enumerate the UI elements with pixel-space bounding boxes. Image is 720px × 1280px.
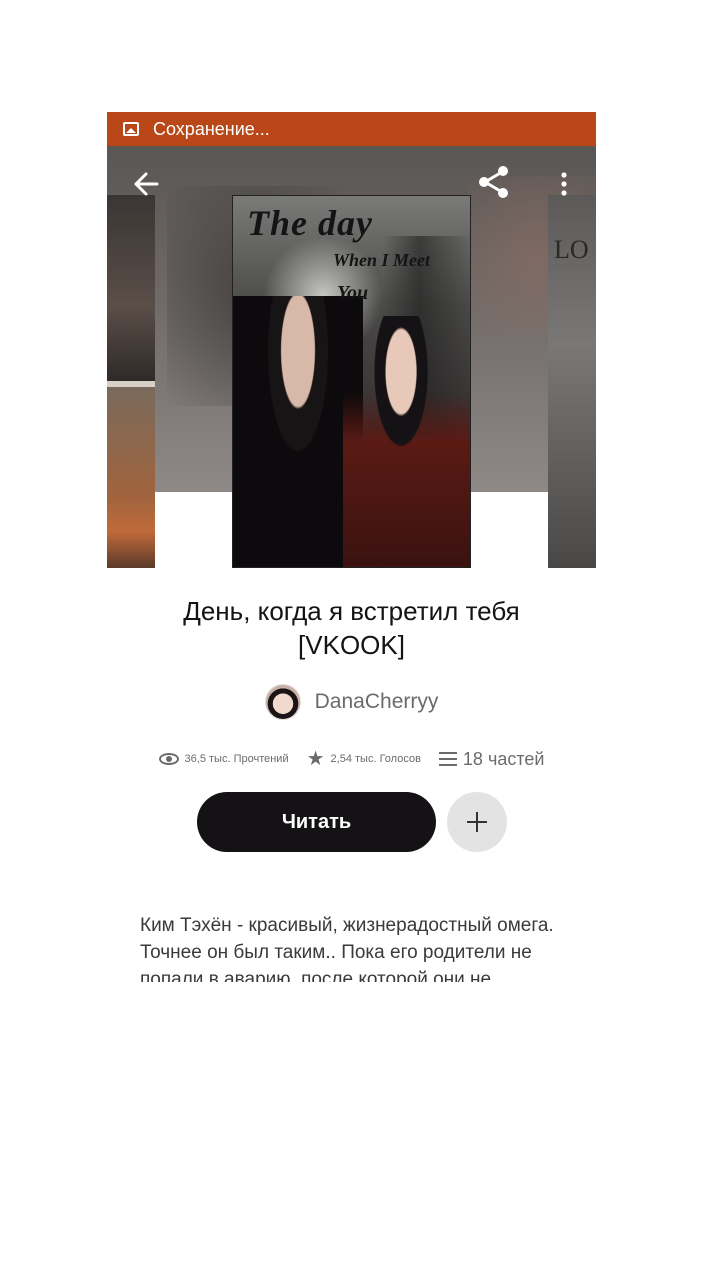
parts-count: 18 частей [462, 748, 545, 769]
plus-icon [467, 812, 487, 832]
list-icon [438, 752, 457, 766]
more-vertical-icon [561, 172, 567, 196]
star-icon: ★ [306, 748, 325, 770]
eye-icon [158, 753, 179, 765]
more-button[interactable] [553, 166, 575, 202]
arrow-left-icon [134, 172, 159, 196]
cover-title-line-2: When I Meet [333, 250, 431, 270]
share-icon [479, 166, 508, 198]
share-button[interactable] [473, 162, 513, 202]
image-icon [123, 122, 139, 136]
reads-stat: 36,5 тыс. Прочтений [158, 753, 289, 765]
author-avatar [264, 684, 301, 720]
add-to-library-button[interactable] [447, 792, 507, 852]
author-link[interactable]: DanaCherryy [107, 682, 596, 722]
next-story-cover[interactable]: LO [548, 195, 596, 568]
parts-stat[interactable]: 18 частей [438, 748, 545, 770]
previous-story-cover[interactable] [107, 195, 155, 568]
author-name: DanaCherryy [314, 690, 439, 713]
story-title: День, когда я встретил тебя [VKOOK] [183, 596, 520, 660]
story-description: Ким Тэхён - красивый, жизнерадостный оме… [140, 915, 554, 982]
status-text: Сохранение... [153, 118, 270, 139]
status-bar: Сохранение... [107, 112, 596, 146]
next-cover-title: LO [554, 235, 589, 264]
back-button[interactable] [127, 166, 167, 202]
votes-stat: ★ 2,54 тыс. Голосов [307, 749, 421, 769]
votes-count: 2,54 тыс. Голосов [330, 753, 421, 765]
toolbar [107, 146, 596, 222]
story-stats: 36,5 тыс. Прочтений ★ 2,54 тыс. Голосов … [107, 746, 596, 772]
app-screen: Сохранение... LO The day When I Meet You [107, 112, 596, 984]
cover-title-line-3: You [337, 282, 369, 304]
story-cover[interactable]: The day When I Meet You [232, 195, 471, 568]
reads-count: 36,5 тыс. Прочтений [184, 753, 289, 765]
read-button[interactable]: Читать [197, 792, 436, 852]
